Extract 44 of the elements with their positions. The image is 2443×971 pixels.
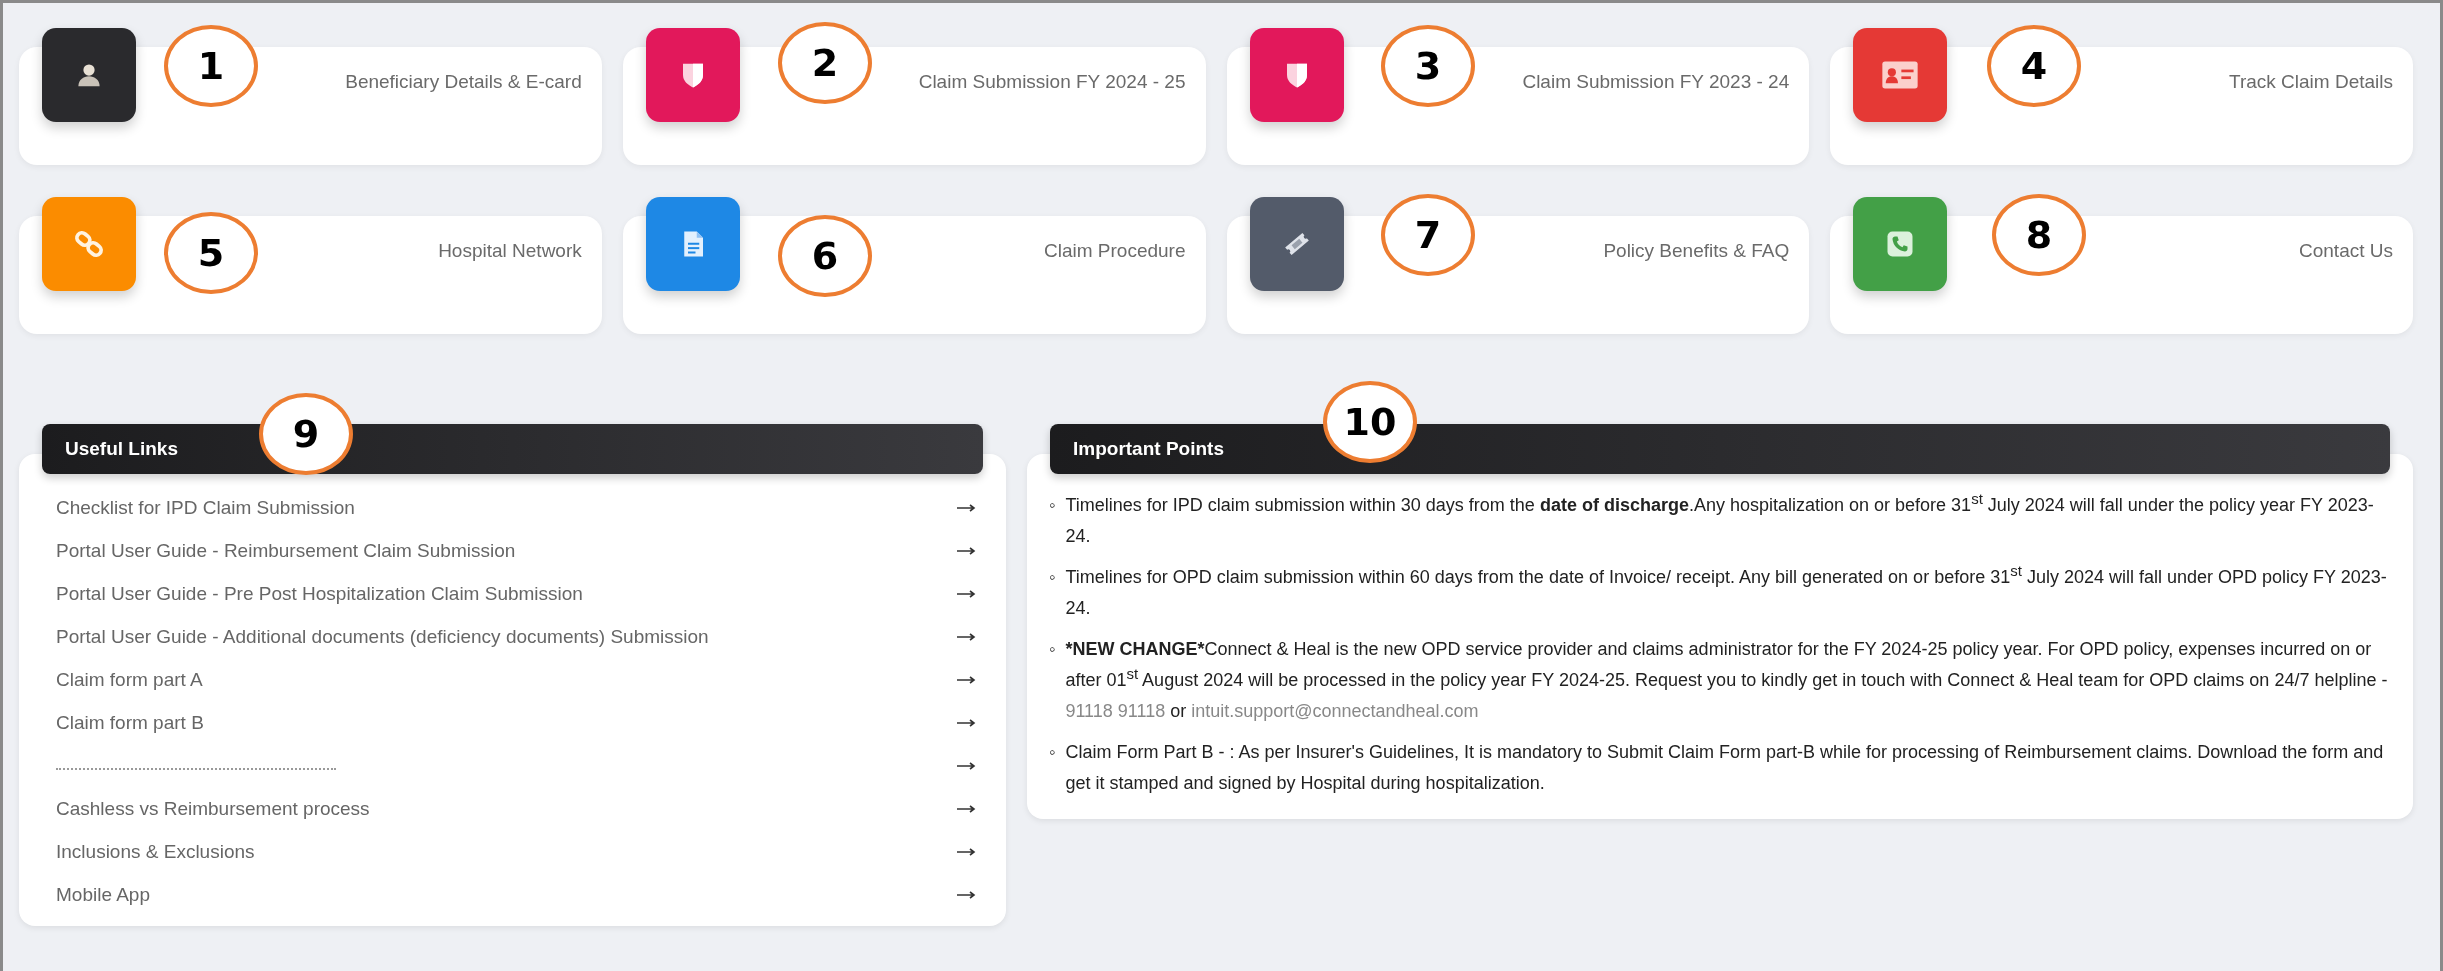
callout-number: 8 <box>1992 194 2086 276</box>
bullet-point: *NEW CHANGE*Connect & Heal is the new OPD service provider and claims administrator for the FY 2024-25 policy year. For OPD policy, expenses incurred on or after 01$^{st}$ August 2024 will be processed in the policy year FY 2024-25. Request you to kindly get in touch with Connect & Heal team for OPD claims on 24/7 helpline - 91118 91118 or intuit.support@connectandheal.com <box>1065 638 2389 723</box>
arrow-right-icon <box>957 675 977 684</box>
bullet-marker: ◦ <box>1049 566 1056 589</box>
bullet-point: Timelines for IPD claim submission within 30 days from the date of discharge.Any hospitalization on or before 31$^{st}$ July 2024 will fall under the policy year FY 2023-24. <box>1065 490 2375 548</box>
callout-number: 3 <box>1381 25 1475 107</box>
callout-number: 1 <box>164 25 258 107</box>
useful-link[interactable]: Mobile App <box>56 883 150 906</box>
card-title: Claim Procedure <box>1044 240 1186 262</box>
card-title: Hospital Network <box>438 240 582 262</box>
contact-link[interactable]: 91118 91118 <box>1065 701 1166 721</box>
arrow-right-icon <box>957 632 977 641</box>
useful-link[interactable]: Claim form part B <box>56 711 204 734</box>
callout-number: 9 <box>259 393 353 475</box>
useful-link[interactable]: Portal User Guide - Reimbursement Claim Submission <box>56 539 516 562</box>
contact-link[interactable]: intuit.support@connectandheal.com <box>1191 701 1479 721</box>
bullet-point: Timelines for OPD claim submission within 60 days from the date of Invoice/ receipt. Any bill generated on or before 31$^{st}$ July 2024 will fall under OPD policy FY 2023-24. <box>1065 562 2388 620</box>
callout-number: 4 <box>1987 25 2081 107</box>
arrow-right-icon <box>957 761 977 770</box>
arrow-right-icon <box>957 503 977 512</box>
useful-link[interactable]: Inclusions & Exclusions <box>56 840 255 863</box>
useful-link[interactable]: Checklist for IPD Claim Submission <box>56 496 355 519</box>
arrow-right-icon <box>957 589 977 598</box>
arrow-right-icon <box>957 890 977 899</box>
arrow-right-icon <box>957 847 977 856</box>
useful-link[interactable]: Claim form part A <box>56 668 203 691</box>
card-title: Policy Benefits & FAQ <box>1603 240 1790 262</box>
card-title: Contact Us <box>2299 240 2393 262</box>
callout-number: 7 <box>1381 194 1475 276</box>
arrow-right-icon <box>957 804 977 813</box>
bullet-point: Claim Form Part B - : As per Insurer's Guidelines, It is mandatory to Submit Claim Form part-B while for processing of Reimbursement claims. Download the form and get it stamped and signed by Hospital during hospitalization. <box>1065 741 2385 795</box>
arrow-right-icon <box>957 718 977 727</box>
bullet-marker: ◦ <box>1049 638 1056 661</box>
card-title: Track Claim Details <box>2229 71 2393 93</box>
callout-number: 2 <box>778 22 872 104</box>
card-title: Claim Submission FY 2024 - 25 <box>918 71 1186 93</box>
card-title: Beneficiary Details & E-card <box>345 71 582 93</box>
bullet-marker: ◦ <box>1049 494 1056 517</box>
useful-link[interactable]: Portal User Guide - Additional documents (deficiency documents) Submission <box>56 625 709 648</box>
card-title: Claim Submission FY 2023 - 24 <box>1522 71 1790 93</box>
bullet-marker: ◦ <box>1049 741 1056 764</box>
arrow-right-icon <box>957 546 977 555</box>
useful-link[interactable]: Portal User Guide - Pre Post Hospitalization Claim Submission <box>56 582 583 605</box>
useful-link[interactable]: Cashless vs Reimbursement process <box>56 797 370 820</box>
